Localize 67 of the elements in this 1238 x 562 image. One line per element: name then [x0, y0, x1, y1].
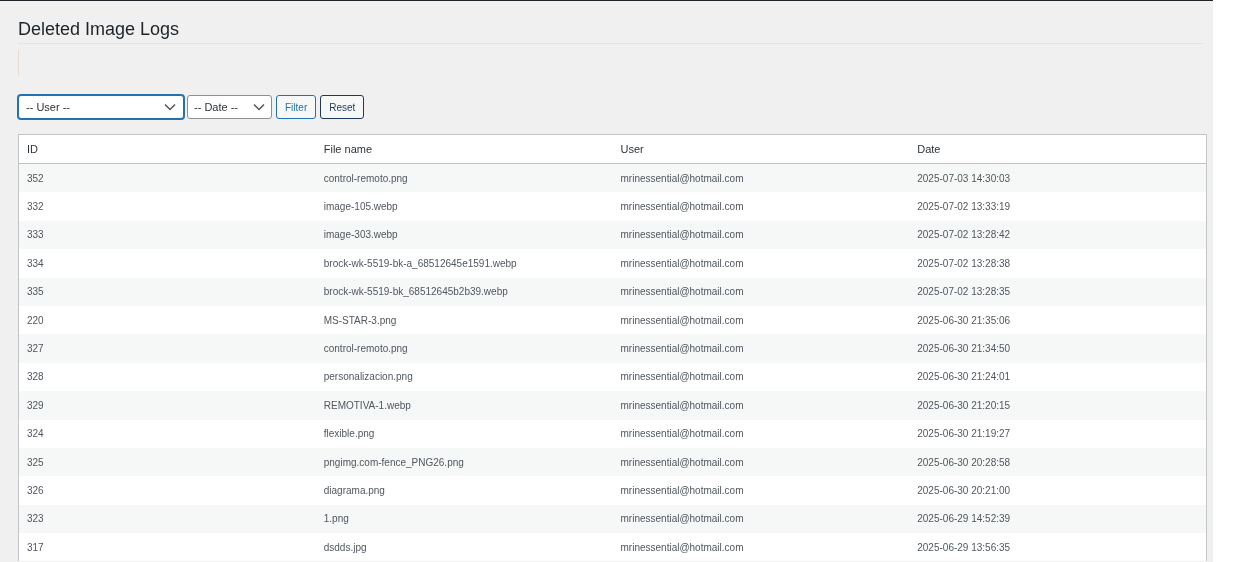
table-cell-text: mrinessential@hotmail.com: [620, 342, 744, 357]
reset-button[interactable]: Reset: [320, 95, 365, 119]
column-header: File name: [323, 141, 373, 157]
table-cell-text: mrinessential@hotmail.com: [620, 171, 744, 186]
table-cell-text: REMOTIVA-1.webp: [323, 398, 411, 413]
table-cell-text: pngimg.com-fence_PNG26.png: [323, 455, 464, 470]
table-cell-text: 2025-06-30 21:35:06: [917, 313, 1011, 328]
table-cell-text: 2025-07-02 13:28:38: [917, 256, 1011, 271]
table-cell-text: personalizacion.png: [323, 370, 413, 385]
table-cell-text: 324: [27, 427, 44, 442]
table-cell-text: 326: [27, 484, 44, 498]
table-cell-text: mrinessential@hotmail.com: [620, 455, 744, 470]
table-cell-text: 2025-06-30 20:21:00: [917, 484, 1011, 498]
table-cell-text: 2025-07-02 13:28:35: [917, 285, 1011, 300]
table-cell-text: mrinessential@hotmail.com: [620, 313, 744, 328]
table-cell-text: 352: [27, 171, 44, 186]
table-cell-text: 332: [27, 200, 44, 215]
table-cell-text: 2025-06-30 21:24:01: [917, 370, 1011, 385]
column-header: User: [620, 141, 644, 157]
table-cell-text: 2025-07-02 13:33:19: [917, 200, 1011, 215]
column-header: Date: [917, 141, 941, 157]
table-cell-text: 323: [27, 512, 44, 527]
page-title: Deleted Image Logs: [18, 18, 181, 41]
table-cell-text: mrinessential@hotmail.com: [620, 398, 744, 413]
table-cell-text: mrinessential@hotmail.com: [620, 540, 744, 555]
table-cell-text: 329: [27, 398, 44, 413]
table-cell-text: mrinessential@hotmail.com: [620, 484, 744, 498]
user-select[interactable]: -- User --: [18, 95, 184, 119]
table-cell-text: 335: [27, 285, 44, 300]
table-cell-text: mrinessential@hotmail.com: [620, 512, 744, 527]
table-cell-text: flexible.png: [323, 427, 375, 442]
table-cell-text: image-105.webp: [323, 200, 398, 215]
table-cell-text: 328: [27, 370, 44, 385]
table-cell-text: diagrama.png: [323, 484, 385, 498]
table-cell-text: 317: [27, 540, 44, 555]
table-cell-text: mrinessential@hotmail.com: [620, 200, 744, 215]
table-cell-text: mrinessential@hotmail.com: [620, 427, 744, 442]
table-cell-text: 334: [27, 256, 44, 271]
chevron-down-icon: [253, 103, 265, 111]
table-cell-text: 2025-07-02 13:28:42: [917, 228, 1011, 243]
table-cell-text: 220: [27, 313, 44, 328]
table-cell-text: dsdds.jpg: [323, 540, 367, 555]
table-cell-text: 1.png: [323, 512, 349, 527]
table-cell-text: mrinessential@hotmail.com: [620, 256, 744, 271]
table-cell-text: mrinessential@hotmail.com: [620, 370, 744, 385]
table-cell-text: 327: [27, 342, 44, 357]
table-cell-text: brock-wk-5519-bk-a_68512645e1591.webp: [323, 256, 517, 271]
date-select[interactable]: -- Date --: [187, 95, 272, 119]
column-header: ID: [27, 141, 38, 157]
table-cell-text: image-303.webp: [323, 228, 398, 243]
table-cell-text: control-remoto.png: [323, 342, 408, 357]
table-cell-text: 2025-06-30 21:20:15: [917, 398, 1011, 413]
table-cell-text: 2025-07-03 14:30:03: [917, 171, 1011, 186]
table-cell-text: MS-STAR-3.png: [323, 313, 397, 328]
table-cell-text: mrinessential@hotmail.com: [620, 285, 744, 300]
chevron-down-icon: [164, 103, 176, 111]
table-cell-text: control-remoto.png: [323, 171, 408, 186]
table-cell-text: 2025-06-29 14:52:39: [917, 512, 1011, 527]
table-cell-text: 2025-06-30 20:28:58: [917, 455, 1011, 470]
table-cell-text: 2025-06-29 13:56:35: [917, 540, 1011, 555]
filter-button[interactable]: Filter: [276, 95, 317, 119]
table-cell-text: brock-wk-5519-bk_68512645b2b39.webp: [323, 285, 508, 300]
table-cell-text: 333: [27, 228, 44, 243]
table-cell-text: mrinessential@hotmail.com: [620, 228, 744, 243]
table-cell-text: 2025-06-30 21:19:27: [917, 427, 1011, 442]
table-cell-text: 2025-06-30 21:34:50: [917, 342, 1011, 357]
table-cell-text: 325: [27, 455, 44, 470]
